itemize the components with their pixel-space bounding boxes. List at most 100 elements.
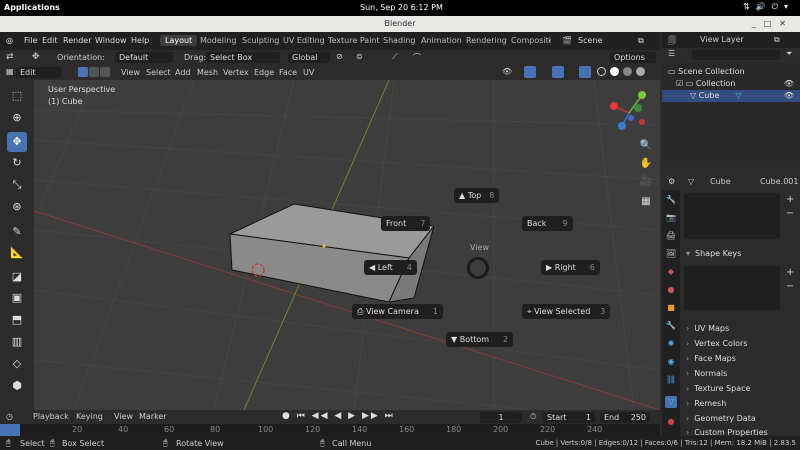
timeline-editor-icon[interactable]: ◷ xyxy=(6,412,13,421)
applications-menu[interactable]: Applications xyxy=(4,3,60,12)
wireframe-shading-icon[interactable] xyxy=(597,67,606,76)
add-shape-key-icon[interactable]: + xyxy=(786,267,794,278)
proportional-edit-icon[interactable]: ⟋ xyxy=(392,52,398,62)
snap-icon[interactable]: ⊜ xyxy=(356,52,363,61)
filter-icon[interactable]: ⏷ xyxy=(786,49,792,59)
falloff-icon[interactable]: ⌒ xyxy=(413,52,421,63)
outliner-row[interactable]: ▭ Scene Collection xyxy=(662,66,800,78)
outliner-row-selected[interactable]: ▽ Cube ▽ 👁 xyxy=(662,90,800,102)
solid-shading-icon[interactable] xyxy=(610,67,619,76)
eye-icon[interactable]: 👁 xyxy=(784,78,794,90)
end-frame-field[interactable]: End 250 xyxy=(600,412,650,423)
pie-item-right[interactable]: ▶ Right 6 xyxy=(541,260,600,275)
scene-tab-icon[interactable]: ◆ xyxy=(665,266,677,278)
pan-hand-icon[interactable]: ✋ xyxy=(638,158,654,174)
rendered-shading-icon[interactable] xyxy=(636,67,645,76)
scene-selector[interactable]: Scene xyxy=(578,36,602,45)
stopwatch-icon[interactable]: ⏱ xyxy=(530,412,536,422)
bevel-tool-icon[interactable]: ⬒ xyxy=(7,310,27,330)
pie-item-view-selected[interactable]: ⌖ View Selected 3 xyxy=(522,304,611,319)
poly-build-tool-icon[interactable]: ⬢ xyxy=(7,376,27,396)
pin-icon[interactable]: ⇄ xyxy=(6,52,14,62)
pie-item-front[interactable]: Front 7 xyxy=(381,216,431,231)
world-tab-icon[interactable]: ● xyxy=(665,284,677,296)
3d-viewport[interactable]: User Perspective (1) Cube xyxy=(34,80,660,410)
timeline-menu-keying[interactable]: Keying xyxy=(76,412,103,421)
remove-vertex-group-icon[interactable]: − xyxy=(786,208,794,219)
camera-view-icon[interactable]: 🎥 xyxy=(638,176,654,192)
section-remesh[interactable]: › Remesh xyxy=(686,399,726,408)
particles-tab-icon[interactable]: ✺ xyxy=(665,338,677,350)
section-uv-maps[interactable]: › UV Maps xyxy=(686,324,729,333)
maximize-icon[interactable]: □ xyxy=(764,19,780,28)
properties-editor-icon[interactable]: ⚙ xyxy=(668,177,675,186)
tab-layout[interactable]: Layout xyxy=(160,35,198,46)
remove-shape-key-icon[interactable]: − xyxy=(786,281,794,292)
header-menu-select[interactable]: Select xyxy=(146,68,171,77)
vertex-groups-list[interactable] xyxy=(684,193,780,239)
checkbox-icon[interactable]: ☑ xyxy=(676,79,686,88)
view-layer-tab-icon[interactable]: 🖼 xyxy=(665,248,677,260)
grid-projection-icon[interactable]: ▦ xyxy=(638,196,654,212)
tab-modeling[interactable]: Modeling xyxy=(195,35,241,46)
xray-toggle-icon[interactable] xyxy=(579,66,591,78)
measure-tool-icon[interactable]: 📐 xyxy=(7,243,27,263)
tab-rendering[interactable]: Rendering xyxy=(461,35,512,46)
transform-tool-icon[interactable]: ⊛ xyxy=(7,197,27,217)
pie-item-view-camera[interactable]: ⎙ View Camera 1 xyxy=(352,304,443,319)
edge-select-icon[interactable] xyxy=(89,67,99,77)
pin-icon[interactable]: ▽ xyxy=(688,177,694,186)
clock[interactable]: Sun, Sep 20 6:12 PM xyxy=(360,3,443,12)
menu-render[interactable]: Render xyxy=(63,36,91,45)
header-menu-view[interactable]: View xyxy=(121,68,140,77)
object-tab-icon[interactable]: ■ xyxy=(665,302,677,314)
zoom-icon[interactable]: 🔍 xyxy=(638,140,654,156)
view-layer-add-icon[interactable]: ⧉ xyxy=(774,35,780,45)
scene-add-icon[interactable]: ⧉ xyxy=(638,36,644,46)
workspace-scroll-icon[interactable]: ‹ xyxy=(548,36,551,45)
eye-icon[interactable]: 👁 xyxy=(784,90,794,102)
tab-texture-paint[interactable]: Texture Paint xyxy=(323,35,385,46)
pivot-icon[interactable]: ⊘ xyxy=(336,52,343,61)
header-menu-vertex[interactable]: Vertex xyxy=(223,68,249,77)
material-shading-icon[interactable] xyxy=(623,67,632,76)
outliner-search-input[interactable] xyxy=(692,50,780,60)
tab-shading[interactable]: Shading xyxy=(378,35,421,46)
header-menu-face[interactable]: Face xyxy=(279,68,297,77)
modifier-tab-icon[interactable]: 🔧 xyxy=(665,320,677,332)
header-menu-uv[interactable]: UV xyxy=(303,68,314,77)
section-vertex-colors[interactable]: › Vertex Colors xyxy=(686,339,748,348)
visibility-icon[interactable]: 👁 xyxy=(502,67,512,76)
material-tab-icon[interactable]: ● xyxy=(665,416,677,428)
menu-edit[interactable]: Edit xyxy=(42,36,58,45)
header-menu-add[interactable]: Add xyxy=(175,68,191,77)
orientation-dropdown[interactable]: Default xyxy=(115,52,173,63)
editor-type-icon[interactable]: ▦ xyxy=(6,67,14,76)
move-tool-icon[interactable]: ✥ xyxy=(7,132,27,152)
tab-animation[interactable]: Animation xyxy=(416,35,467,46)
section-face-maps[interactable]: › Face Maps xyxy=(686,354,736,363)
menu-file[interactable]: File xyxy=(24,36,37,45)
pie-item-top[interactable]: ▲ Top 8 xyxy=(454,188,500,203)
section-shape-keys[interactable]: ▾ Shape Keys xyxy=(686,249,741,258)
close-icon[interactable]: ✕ xyxy=(779,19,794,28)
inset-tool-icon[interactable]: ▣ xyxy=(7,288,27,308)
face-select-icon[interactable] xyxy=(100,67,110,77)
pie-item-bottom[interactable]: ▼ Bottom 2 xyxy=(446,332,514,347)
playhead[interactable] xyxy=(0,424,20,436)
minimize-icon[interactable]: _ xyxy=(752,19,764,28)
overlay-toggle-icon[interactable] xyxy=(552,66,564,78)
system-tray[interactable]: ⇅🔊⏻▾ xyxy=(743,2,794,12)
playback-controls[interactable]: ● ⏮ ◀◀ ◀ ▶ ▶▶ ⏭ xyxy=(282,411,395,421)
shape-keys-list[interactable] xyxy=(684,266,780,310)
add-vertex-group-icon[interactable]: + xyxy=(786,194,794,205)
menu-help[interactable]: Help xyxy=(131,36,149,45)
drag-dropdown[interactable]: Select Box xyxy=(206,52,280,63)
current-frame-field[interactable]: 1 xyxy=(480,412,522,423)
navigation-gizmo[interactable] xyxy=(604,88,654,138)
options-dropdown[interactable]: Options xyxy=(610,52,656,63)
cube-mesh[interactable] xyxy=(224,198,434,308)
timeline-menu-view[interactable]: View xyxy=(114,412,133,421)
mesh-data-tab-icon[interactable]: ▽ xyxy=(665,396,677,408)
tab-uv-editing[interactable]: UV Editing xyxy=(278,35,330,46)
